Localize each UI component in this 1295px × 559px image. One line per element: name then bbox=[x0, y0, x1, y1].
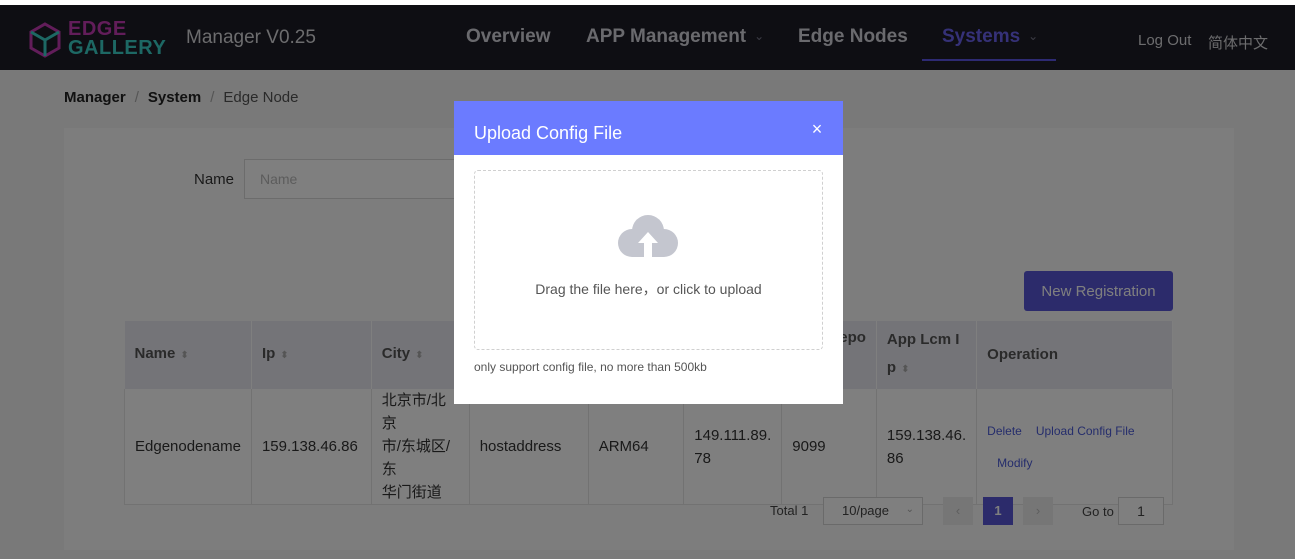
upload-tip: only support config file, no more than 5… bbox=[474, 360, 707, 374]
dropzone-text: Drag the file here，or click to upload bbox=[535, 281, 762, 297]
file-dropzone[interactable]: Drag the file here，or click to upload bbox=[474, 170, 823, 350]
dialog-title: Upload Config File bbox=[474, 123, 623, 143]
upload-config-dialog: Upload Config File × Drag the file here，… bbox=[454, 101, 843, 404]
cloud-upload-icon bbox=[618, 215, 678, 257]
dialog-header: Upload Config File × bbox=[454, 101, 843, 155]
close-icon[interactable]: × bbox=[807, 119, 827, 139]
